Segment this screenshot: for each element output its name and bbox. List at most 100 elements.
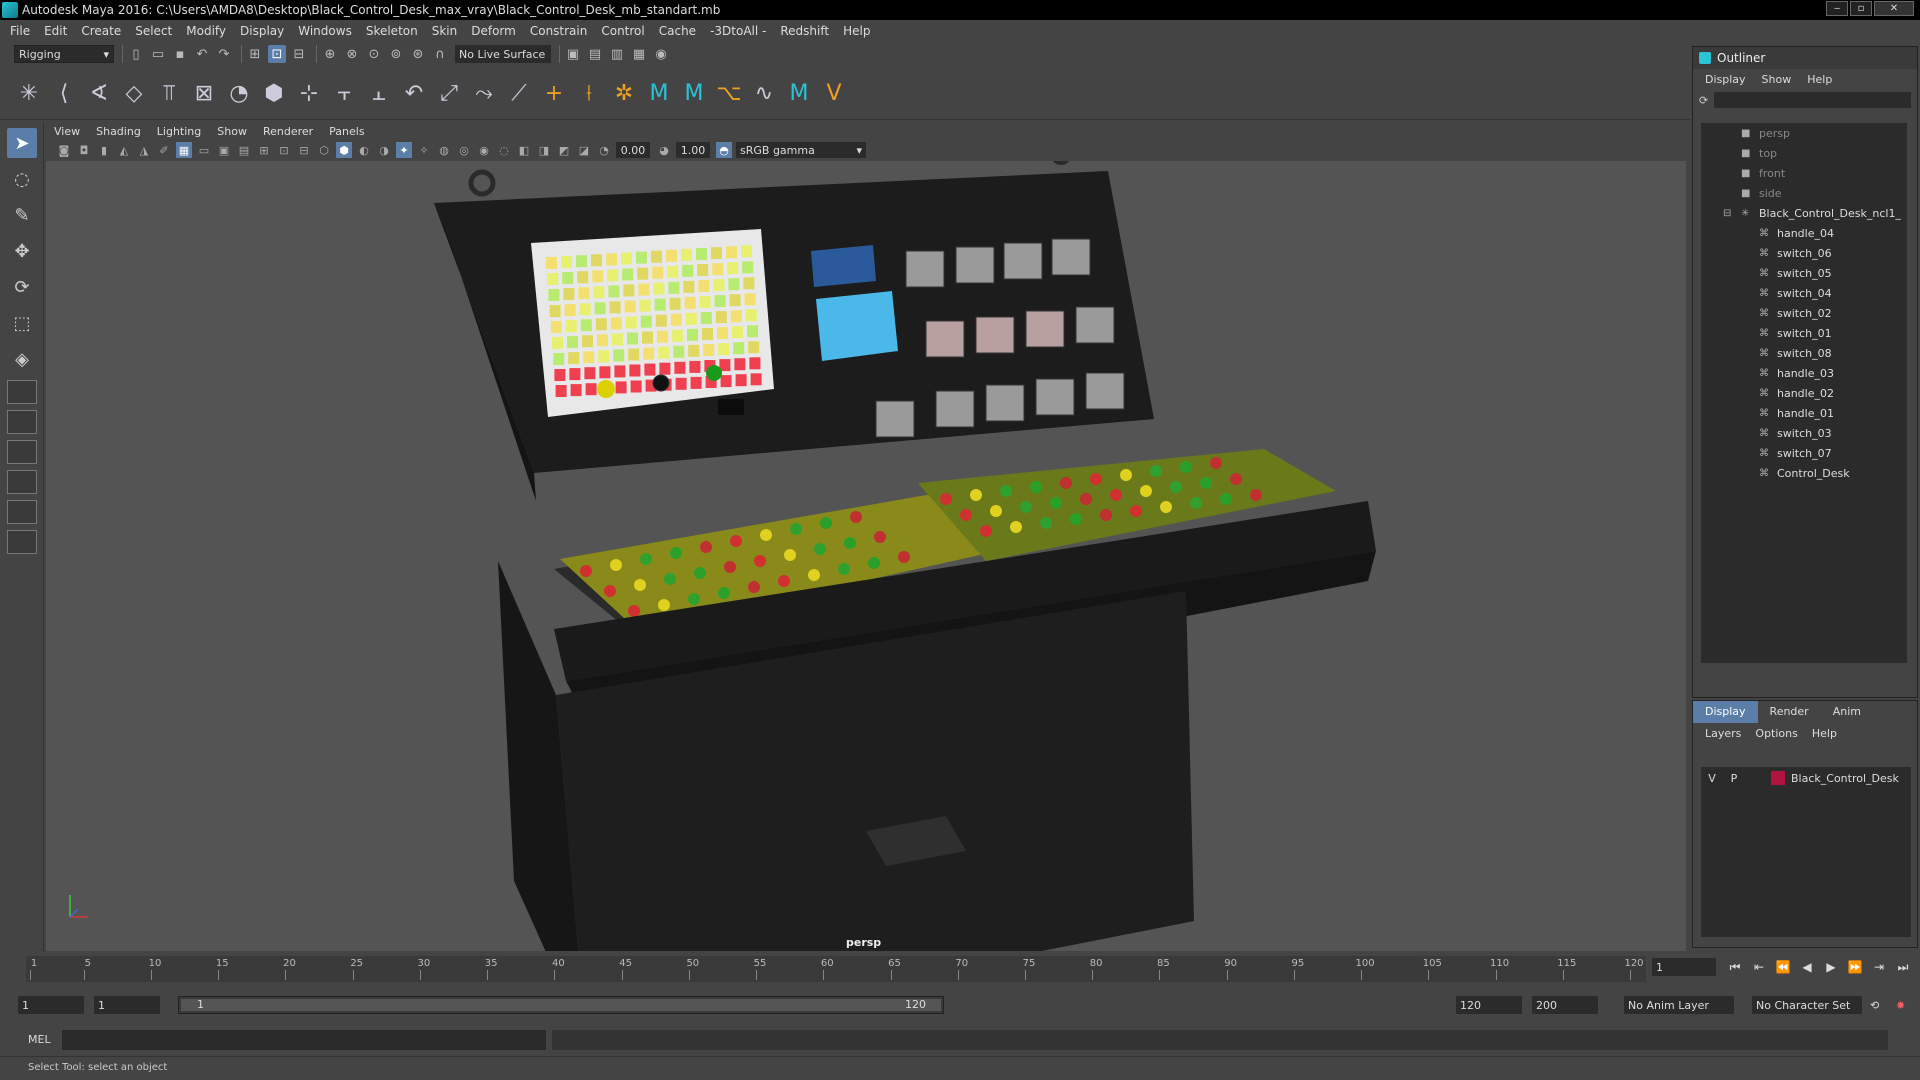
menu-constrain[interactable]: Constrain	[530, 24, 588, 38]
scale-tool-icon[interactable]: ⬚	[7, 308, 37, 338]
start-time-field[interactable]: 1	[18, 996, 84, 1014]
menu-3dtoall[interactable]: -3DtoAll -	[710, 24, 766, 38]
control-desk-model[interactable]	[46, 161, 1686, 951]
xray-joints-icon[interactable]: ◩	[556, 142, 572, 158]
outliner-item[interactable]: ⌘ handle_02	[1701, 383, 1907, 403]
maximize-icon[interactable]: ▫	[1850, 1, 1872, 16]
bookmark-icon[interactable]: ▮	[96, 142, 112, 158]
sculpt-icon[interactable]: V	[819, 79, 849, 109]
wireframe-on-shaded-icon[interactable]: ◐	[356, 142, 372, 158]
outliner-menu-help[interactable]: Help	[1807, 73, 1832, 86]
outliner-item-persp[interactable]: ■ persp	[1701, 123, 1907, 143]
xray-icon[interactable]: ◨	[536, 142, 552, 158]
refresh-icon[interactable]: ⟳	[1699, 94, 1708, 107]
select-object-icon[interactable]: ⊡	[268, 45, 286, 63]
tab-render[interactable]: Render	[1758, 701, 1821, 723]
menu-control[interactable]: Control	[601, 24, 644, 38]
outliner-item-front[interactable]: ■ front	[1701, 163, 1907, 183]
cluster-icon[interactable]: ⊹	[294, 79, 324, 109]
menu-skeleton[interactable]: Skeleton	[366, 24, 418, 38]
smooth-shade-icon[interactable]: ⬢	[336, 142, 352, 158]
menu-set-dropdown[interactable]: Rigging ▾	[14, 45, 114, 63]
safe-action-icon[interactable]: ⊡	[276, 142, 292, 158]
menu-file[interactable]: File	[10, 24, 30, 38]
ipr-render-icon[interactable]: ▤	[586, 45, 604, 63]
outliner-menu-display[interactable]: Display	[1705, 73, 1746, 86]
outliner-item[interactable]: ⌘ switch_02	[1701, 303, 1907, 323]
blend-shape-icon[interactable]: ✲	[609, 79, 639, 109]
select-hierarchy-icon[interactable]: ⊞	[246, 45, 264, 63]
gamma-icon[interactable]: ◕	[656, 142, 672, 158]
layer-row[interactable]: V P Black_Control_Desk	[1701, 767, 1911, 789]
maya-script-icon[interactable]: M	[644, 79, 674, 109]
exposure-field[interactable]: 0.00	[616, 142, 650, 158]
persp-viewport[interactable]: persp	[46, 161, 1686, 951]
current-frame-field[interactable]: 1	[1652, 958, 1716, 976]
menu-help[interactable]: Help	[843, 24, 870, 38]
outliner-filter-input[interactable]	[1714, 92, 1911, 108]
end-time-field[interactable]: 200	[1532, 996, 1598, 1014]
anti-aliasing-icon[interactable]: ◉	[476, 142, 492, 158]
locator-icon[interactable]: +	[539, 79, 569, 109]
aim-constraint-icon[interactable]: ⤳	[469, 79, 499, 109]
snap-curve-icon[interactable]: ⊗	[343, 45, 361, 63]
camera-attr-icon[interactable]: ◘	[76, 142, 92, 158]
range-slider-bar-fill[interactable]	[181, 999, 941, 1011]
backface-culling-icon[interactable]: ◪	[576, 142, 592, 158]
menu-cache[interactable]: Cache	[659, 24, 696, 38]
layer-color-swatch[interactable]	[1771, 771, 1785, 785]
layer-playback-toggle[interactable]: P	[1723, 772, 1745, 785]
layout-single-icon[interactable]	[7, 380, 37, 404]
outliner-item[interactable]: ⌘ switch_03	[1701, 423, 1907, 443]
exposure-icon[interactable]: ◔	[596, 142, 612, 158]
insert-joint-icon[interactable]: ◇	[119, 79, 149, 109]
image-plane-icon[interactable]: ◭	[116, 142, 132, 158]
rotate-tool-icon[interactable]: ⟳	[7, 272, 37, 302]
snap-view-icon[interactable]: ⊚	[387, 45, 405, 63]
use-lights-icon[interactable]: ✦	[396, 142, 412, 158]
layer-visibility-toggle[interactable]: V	[1701, 772, 1723, 785]
outliner-item-side[interactable]: ■ side	[1701, 183, 1907, 203]
redo-icon[interactable]: ↷	[215, 45, 233, 63]
wire-tool-icon[interactable]: ∿	[749, 79, 779, 109]
layout-four-icon[interactable]	[7, 410, 37, 434]
depth-of-field-icon[interactable]: ◌	[496, 142, 512, 158]
safe-title-icon[interactable]: ⊟	[296, 142, 312, 158]
outliner-item[interactable]: ⌘ switch_06	[1701, 243, 1907, 263]
joint-orient-icon[interactable]: ⟊	[574, 79, 604, 109]
character-set-dropdown[interactable]: No Character Set	[1752, 996, 1862, 1014]
outliner-item[interactable]: ⌘ switch_01	[1701, 323, 1907, 343]
menu-redshift[interactable]: Redshift	[780, 24, 829, 38]
outliner-item[interactable]: ⌘ switch_05	[1701, 263, 1907, 283]
ambient-occlusion-icon[interactable]: ◍	[436, 142, 452, 158]
time-slider-track[interactable]: 1 5 10 15 20 25 30 35 40 45 50 55 60 65 70 75 80 85 90 95 10…	[26, 956, 1646, 982]
step-back-key-icon[interactable]: ⇤	[1750, 958, 1768, 976]
hypershade-icon[interactable]: ▦	[630, 45, 648, 63]
lasso-tool-icon[interactable]: ◌	[7, 164, 37, 194]
menu-edit[interactable]: Edit	[44, 24, 67, 38]
go-to-start-icon[interactable]: ⏮	[1726, 958, 1744, 976]
layout-persp-icon[interactable]	[7, 530, 37, 554]
outliner-item-root[interactable]: ⊟ ✳ Black_Control_Desk_ncl1_	[1701, 203, 1907, 223]
vp-menu-show[interactable]: Show	[217, 125, 247, 138]
paint-weights-icon[interactable]: ◔	[224, 79, 254, 109]
layout-graph-icon[interactable]	[7, 500, 37, 524]
outliner-item[interactable]: ⌘ switch_07	[1701, 443, 1907, 463]
play-backward-icon[interactable]: ◀	[1798, 958, 1816, 976]
script-language-label[interactable]: MEL	[28, 1033, 51, 1046]
tab-display[interactable]: Display	[1693, 701, 1758, 723]
minimize-icon[interactable]: ‒	[1826, 1, 1848, 16]
playback-end-field[interactable]: 120	[1456, 996, 1522, 1014]
menu-modify[interactable]: Modify	[186, 24, 226, 38]
step-forward-key-icon[interactable]: ⇥	[1870, 958, 1888, 976]
preferences-icon[interactable]: ✸	[1892, 996, 1912, 1014]
render-view-icon[interactable]: ◉	[652, 45, 670, 63]
playback-start-field[interactable]: 1	[94, 996, 160, 1014]
ik-spline-icon[interactable]: ∢	[84, 79, 114, 109]
maya-script-2-icon[interactable]: M	[679, 79, 709, 109]
vp-menu-lighting[interactable]: Lighting	[157, 125, 201, 138]
outliner-menu-show[interactable]: Show	[1762, 73, 1792, 86]
vp-menu-shading[interactable]: Shading	[96, 125, 141, 138]
field-chart-icon[interactable]: ⊞	[256, 142, 272, 158]
wireframe-icon[interactable]: ⬡	[316, 142, 332, 158]
